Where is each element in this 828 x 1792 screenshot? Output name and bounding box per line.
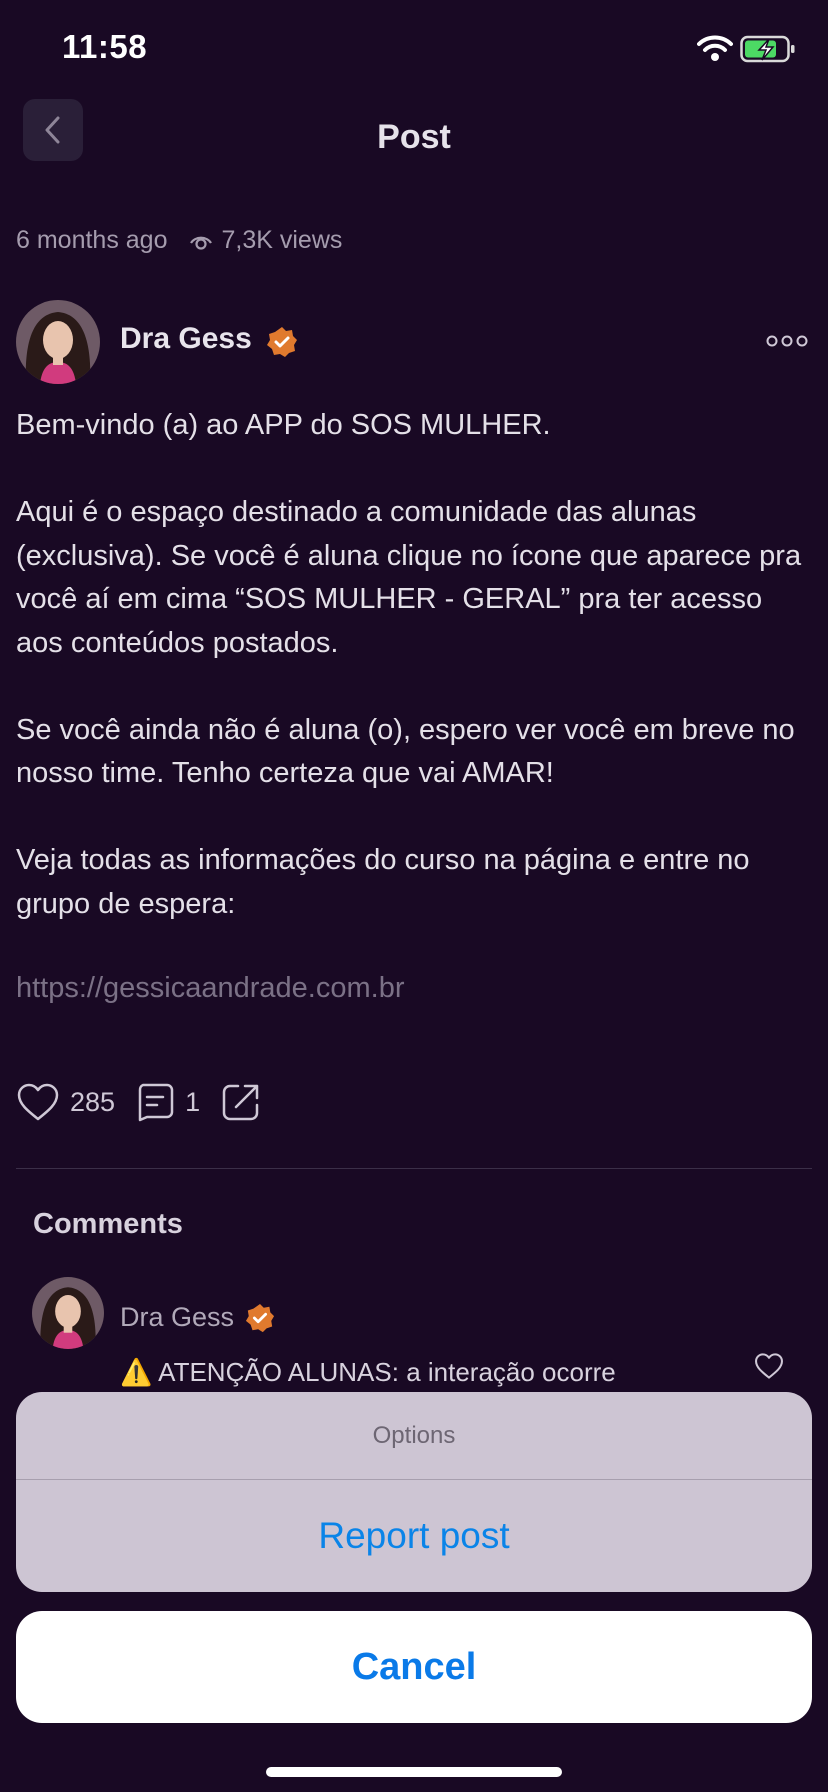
wifi-icon <box>697 35 733 61</box>
report-post-button[interactable]: Report post <box>16 1480 812 1592</box>
comment-icon[interactable] <box>135 1082 175 1122</box>
post-paragraph: Aqui é o espaço destinado a comunidade d… <box>16 496 802 659</box>
author-avatar[interactable] <box>16 300 100 384</box>
status-bar: 11:58 <box>0 0 828 100</box>
divider <box>16 1168 812 1169</box>
author-name[interactable]: Dra Gess <box>120 322 252 356</box>
post-link[interactable]: https://gessicaandrade.com.br <box>16 972 404 1005</box>
post-meta: 6 months ago 7,3K views <box>16 226 342 255</box>
comments-count: 1 <box>185 1086 201 1117</box>
post-time-ago: 6 months ago <box>16 226 168 254</box>
comment-text: ⚠️ ATENÇÃO ALUNAS: a interação ocorre <box>120 1357 616 1387</box>
comment-avatar[interactable] <box>32 1277 104 1349</box>
eye-icon <box>189 236 212 250</box>
page-title: Post <box>377 118 451 156</box>
screen: 11:58 Post 6 months ago 7,3K views Dra G… <box>0 0 828 1792</box>
post-actions: 285 1 <box>16 1080 262 1124</box>
more-icon[interactable] <box>766 334 808 348</box>
status-time: 11:58 <box>62 28 148 65</box>
heart-icon[interactable] <box>754 1352 784 1380</box>
action-sheet-title: Options <box>16 1392 812 1480</box>
action-sheet: Options Report post <box>16 1392 812 1592</box>
post-paragraph: Se você ainda não é aluna (o), espero ve… <box>16 713 795 790</box>
likes-count: 285 <box>70 1086 116 1117</box>
comment-author[interactable]: Dra Gess <box>120 1302 234 1333</box>
post-views: 7,3K views <box>188 226 343 255</box>
verified-icon <box>267 327 297 357</box>
post-body: Bem-vindo (a) ao APP do SOS MULHER. Aqui… <box>16 404 816 970</box>
share-icon[interactable] <box>220 1081 262 1123</box>
heart-icon[interactable] <box>16 1082 60 1122</box>
home-indicator <box>266 1767 562 1777</box>
comments-title: Comments <box>33 1208 183 1240</box>
post-paragraph: Veja todas as informações do curso na pá… <box>16 844 750 920</box>
verified-icon <box>245 1303 275 1333</box>
battery-icon <box>740 35 795 63</box>
post-paragraph: Bem-vindo (a) ao APP do SOS MULHER. <box>16 409 551 441</box>
cancel-button[interactable]: Cancel <box>16 1611 812 1723</box>
views-count: 7,3K views <box>221 226 343 254</box>
